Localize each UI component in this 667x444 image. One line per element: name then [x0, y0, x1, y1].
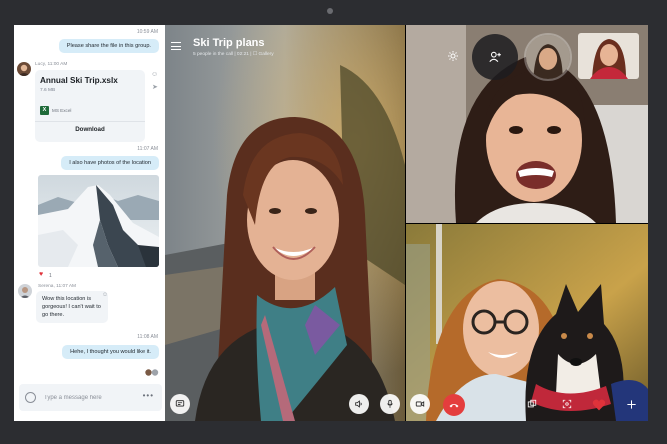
file-card[interactable]: Annual Ski Trip.xslx 7.6 MB X MS Excel D… — [35, 70, 145, 142]
share-screen-icon[interactable] — [524, 396, 540, 412]
snapshot-icon[interactable] — [559, 396, 575, 412]
end-call-button[interactable] — [443, 394, 465, 416]
video-tile-main-participant[interactable] — [165, 25, 405, 421]
emoji-icon[interactable] — [25, 392, 36, 403]
outgoing-message[interactable]: Please share the file in this group. — [58, 39, 159, 53]
microphone-icon — [387, 399, 393, 408]
outgoing-message[interactable]: I also have photos of the location — [61, 156, 159, 170]
add-person-icon — [489, 51, 501, 63]
more-options-icon[interactable]: ••• — [143, 391, 154, 400]
self-view-preview[interactable] — [578, 33, 639, 79]
call-info[interactable]: 5 people in the call | 02:21 | ☐ Gallery — [193, 52, 274, 57]
file-type: MS Excel — [52, 108, 72, 113]
add-icon[interactable] — [623, 396, 639, 412]
chat-icon — [175, 400, 185, 407]
add-reaction-icon[interactable]: ☺ — [151, 71, 158, 78]
forward-icon[interactable]: ➤ — [152, 83, 158, 91]
microphone-button[interactable] — [380, 394, 400, 414]
message-input[interactable] — [44, 391, 134, 404]
sender-name: Serena, 11:07 AM — [38, 284, 77, 289]
sender-name: Lucy, 11:00 AM — [35, 62, 68, 67]
skype-screen: 10:59 AM Please share the file in this g… — [14, 25, 648, 421]
read-receipt-avatars — [145, 363, 159, 376]
front-camera — [327, 8, 333, 14]
outgoing-message[interactable]: Hehe, I thought you would like it. — [62, 345, 159, 359]
file-divider — [35, 121, 145, 122]
incoming-message[interactable]: Wow this location is gorgeous! I can't w… — [36, 291, 108, 324]
message-timestamp: 11:08 AM — [137, 334, 158, 340]
hang-up-icon — [449, 404, 459, 408]
open-chat-button[interactable] — [170, 394, 190, 414]
excel-icon: X — [40, 106, 49, 115]
add-participant-button[interactable] — [472, 34, 518, 80]
participant-avatar-thumbnail[interactable] — [524, 33, 572, 81]
video-camera-icon — [415, 401, 425, 407]
heart-icon[interactable]: ♥ — [39, 271, 43, 278]
chat-panel: 10:59 AM Please share the file in this g… — [14, 25, 165, 421]
call-title: Ski Trip plans — [193, 37, 265, 49]
video-tile-participant-with-dog[interactable] — [406, 224, 648, 421]
device-frame: 10:59 AM Please share the file in this g… — [0, 0, 667, 444]
file-size: 7.6 MB — [40, 88, 56, 93]
download-button[interactable]: Download — [35, 126, 145, 133]
heart-reaction-icon[interactable] — [590, 395, 608, 413]
avatar-serena[interactable] — [18, 284, 32, 298]
speaker-button[interactable] — [349, 394, 369, 414]
message-timestamp: 10:59 AM — [136, 29, 158, 35]
reaction-count: 1 — [49, 273, 52, 279]
speaker-icon — [355, 400, 362, 408]
video-button[interactable] — [410, 394, 430, 414]
file-name: Annual Ski Trip.xslx — [40, 76, 118, 85]
settings-icon[interactable] — [446, 49, 460, 63]
message-timestamp: 11:07 AM — [137, 146, 158, 152]
shared-photo-mountain[interactable] — [38, 175, 159, 267]
message-composer: ••• — [19, 384, 162, 411]
add-reaction-icon[interactable]: ☺ — [102, 292, 108, 298]
avatar-lucy[interactable] — [17, 62, 31, 76]
menu-icon[interactable] — [171, 42, 181, 50]
